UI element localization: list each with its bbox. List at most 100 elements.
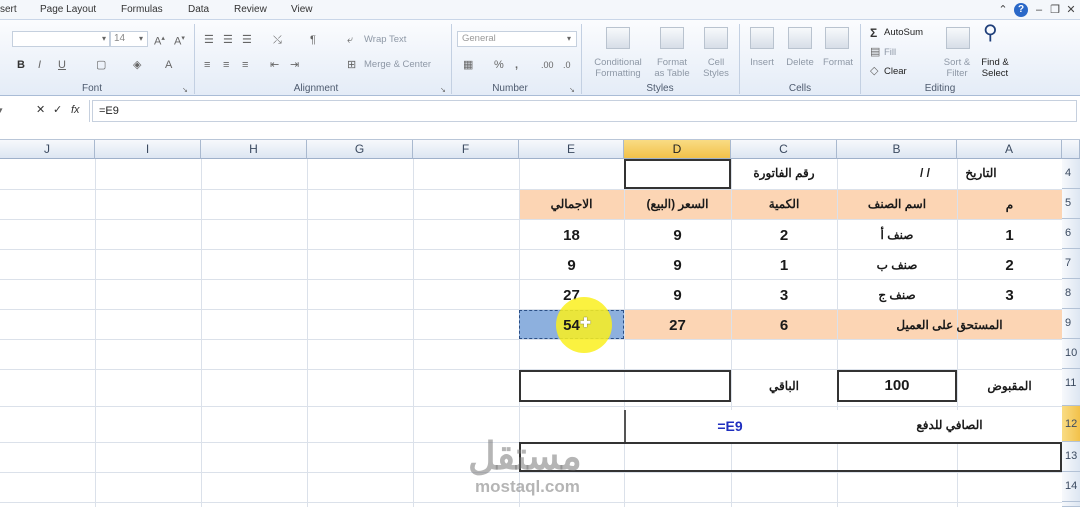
- row-header-15[interactable]: 15: [1062, 502, 1080, 507]
- font-name-dropdown-icon[interactable]: ▾: [102, 32, 106, 46]
- format-button[interactable]: Format: [818, 57, 858, 68]
- confirm-entry-icon[interactable]: ✓: [53, 103, 62, 117]
- percent-style-icon[interactable]: %: [494, 58, 504, 72]
- align-center-icon[interactable]: ≡: [223, 58, 229, 72]
- column-header-f[interactable]: F: [413, 140, 519, 159]
- due-total[interactable]: 54: [519, 317, 624, 334]
- decrease-indent-icon[interactable]: ⇤: [270, 58, 279, 72]
- orientation-icon[interactable]: ⤯: [273, 33, 282, 47]
- item-number[interactable]: 2: [957, 257, 1062, 274]
- conditional-formatting-button[interactable]: Conditional Formatting: [586, 57, 650, 79]
- underline-icon[interactable]: U: [58, 58, 66, 72]
- insert-cells-icon[interactable]: [750, 27, 774, 49]
- font-size-dropdown-icon[interactable]: ▾: [139, 32, 143, 46]
- due-price[interactable]: 27: [624, 317, 731, 334]
- invoice-number-cell[interactable]: [624, 159, 731, 189]
- ribbon-minimize-icon[interactable]: ⌃: [996, 3, 1010, 17]
- clear-icon[interactable]: ◇: [870, 64, 878, 78]
- format-cells-icon[interactable]: [825, 27, 849, 49]
- item-price[interactable]: 9: [624, 257, 731, 274]
- decrease-decimal-icon[interactable]: .0: [563, 58, 571, 72]
- fill-icon[interactable]: ▤: [870, 45, 880, 59]
- row-header-5[interactable]: 5: [1062, 189, 1080, 219]
- due-quantity[interactable]: 6: [731, 317, 837, 334]
- formula-input[interactable]: =E9: [92, 100, 1077, 122]
- merge-center-button[interactable]: Merge & Center: [364, 59, 431, 70]
- binoculars-icon[interactable]: ⚲: [983, 23, 998, 43]
- column-header-c[interactable]: C: [731, 140, 837, 159]
- column-header-d[interactable]: D: [624, 140, 731, 159]
- received-value[interactable]: 100: [837, 377, 957, 394]
- find-select-button[interactable]: Find & Select: [975, 57, 1015, 79]
- cell-styles-button[interactable]: Cell Styles: [694, 57, 738, 79]
- format-as-table-button[interactable]: Format as Table: [644, 57, 700, 79]
- shrink-font-icon[interactable]: A▾: [174, 32, 185, 49]
- item-quantity[interactable]: 1: [731, 257, 837, 274]
- window-close-icon[interactable]: ✕: [1064, 3, 1078, 17]
- bold-icon[interactable]: B: [17, 58, 25, 72]
- fill-button[interactable]: Fill: [884, 47, 896, 58]
- tab-insert[interactable]: sert: [0, 4, 17, 15]
- cell-styles-icon[interactable]: [704, 27, 728, 49]
- column-header-a[interactable]: A: [957, 140, 1062, 159]
- conditional-formatting-icon[interactable]: [606, 27, 630, 49]
- column-header-i[interactable]: I: [95, 140, 201, 159]
- clear-button[interactable]: Clear: [884, 66, 907, 77]
- item-price[interactable]: 9: [624, 287, 731, 304]
- font-name-select[interactable]: [12, 31, 110, 47]
- item-quantity[interactable]: 3: [731, 287, 837, 304]
- column-header-h[interactable]: H: [201, 140, 307, 159]
- wrap-text-button[interactable]: Wrap Text: [364, 34, 406, 45]
- wrap-text-icon[interactable]: ⤶: [347, 33, 353, 47]
- borders-icon[interactable]: ▢: [96, 58, 106, 72]
- sort-filter-icon[interactable]: [946, 27, 970, 49]
- tab-view[interactable]: View: [291, 4, 313, 15]
- row-header-4[interactable]: 4: [1062, 159, 1080, 189]
- row-header-6[interactable]: 6: [1062, 219, 1080, 249]
- item-price[interactable]: 9: [624, 227, 731, 244]
- row-header-11[interactable]: 11: [1062, 369, 1080, 406]
- row-header-8[interactable]: 8: [1062, 279, 1080, 309]
- comma-style-icon[interactable]: ,: [515, 58, 518, 72]
- window-restore-icon[interactable]: ❐: [1048, 3, 1062, 17]
- accounting-format-icon[interactable]: ▦: [463, 58, 473, 72]
- bordered-row-13[interactable]: [519, 442, 1062, 472]
- tab-page-layout[interactable]: Page Layout: [40, 4, 96, 15]
- format-as-table-icon[interactable]: [660, 27, 684, 49]
- row-header-14[interactable]: 14: [1062, 472, 1080, 502]
- font-color-icon[interactable]: A: [165, 58, 172, 72]
- increase-decimal-icon[interactable]: .00: [541, 58, 554, 72]
- autosum-button[interactable]: AutoSum: [884, 27, 923, 38]
- item-name[interactable]: صنف ج: [837, 288, 957, 302]
- item-name[interactable]: صنف ب: [837, 258, 957, 272]
- tab-data[interactable]: Data: [188, 4, 209, 15]
- increase-indent-icon[interactable]: ⇥: [290, 58, 299, 72]
- insert-function-icon[interactable]: fx: [71, 103, 80, 117]
- insert-button[interactable]: Insert: [744, 57, 780, 68]
- row-header-7[interactable]: 7: [1062, 249, 1080, 279]
- fill-color-icon[interactable]: ◈: [133, 58, 141, 72]
- cancel-entry-icon[interactable]: ✕: [36, 103, 45, 117]
- number-format-dropdown-icon[interactable]: ▾: [567, 32, 571, 46]
- grow-font-icon[interactable]: A▴: [154, 32, 165, 49]
- align-left-icon[interactable]: ≡: [204, 58, 210, 72]
- text-direction-icon[interactable]: ¶: [310, 33, 316, 47]
- column-header-g[interactable]: G: [307, 140, 413, 159]
- item-quantity[interactable]: 2: [731, 227, 837, 244]
- help-icon[interactable]: ?: [1014, 3, 1028, 17]
- window-minimize-icon[interactable]: –: [1032, 3, 1046, 17]
- net-payable-formula[interactable]: =E9: [680, 418, 780, 434]
- merge-center-icon[interactable]: ⊞: [347, 58, 356, 72]
- autosum-icon[interactable]: Σ: [870, 26, 877, 40]
- row-header-13[interactable]: 13: [1062, 442, 1080, 472]
- column-header-j[interactable]: J: [0, 140, 95, 159]
- item-number[interactable]: 1: [957, 227, 1062, 244]
- item-number[interactable]: 3: [957, 287, 1062, 304]
- delete-button[interactable]: Delete: [782, 57, 818, 68]
- row-header-9[interactable]: 9: [1062, 309, 1080, 339]
- align-top-icon[interactable]: ☰: [204, 33, 214, 47]
- align-bottom-icon[interactable]: ☰: [242, 33, 252, 47]
- delete-cells-icon[interactable]: [788, 27, 812, 49]
- column-header-e[interactable]: E: [519, 140, 624, 159]
- number-format-select[interactable]: General: [457, 31, 577, 47]
